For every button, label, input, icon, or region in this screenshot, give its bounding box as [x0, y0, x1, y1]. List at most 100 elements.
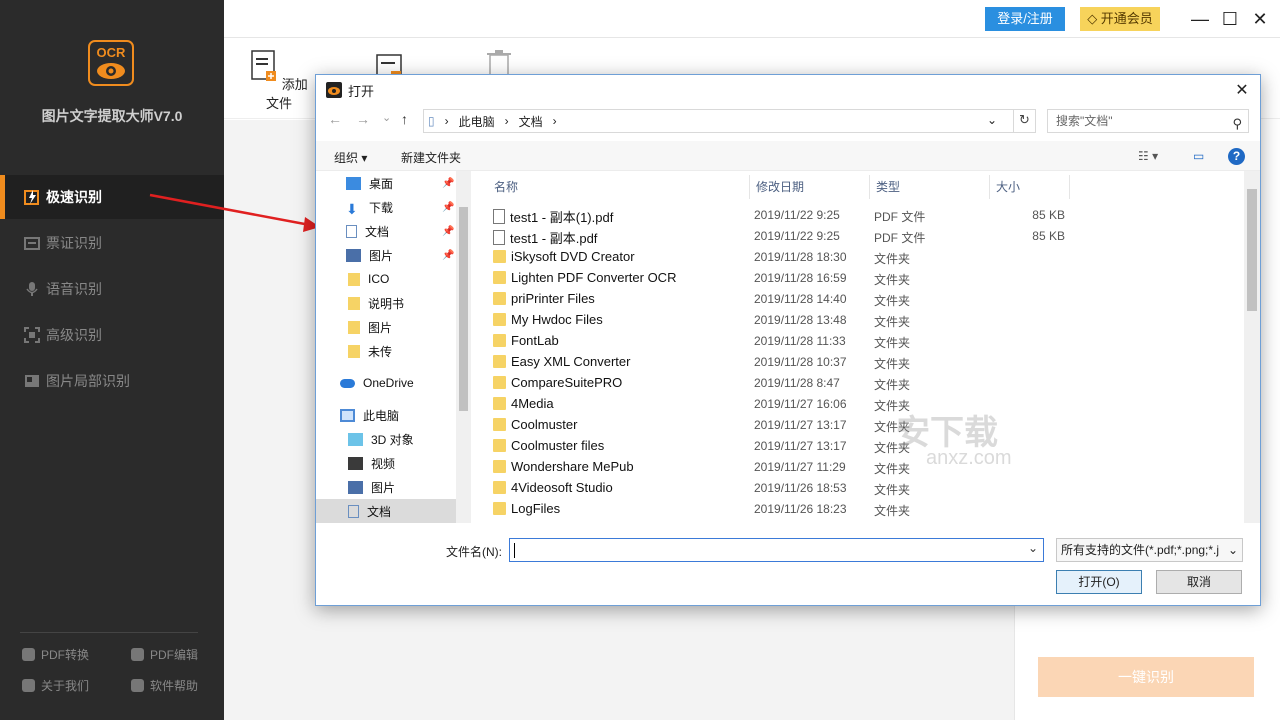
- dialog-close-icon[interactable]: ✕: [1232, 80, 1252, 100]
- file-row[interactable]: priPrinter Files 2019/11/28 14:40 文件夹: [489, 288, 1249, 309]
- file-type: 文件夹: [874, 462, 911, 476]
- file-name-cell: LogFiles: [493, 501, 560, 516]
- maximize-icon[interactable]: ☐: [1220, 9, 1240, 29]
- file-row[interactable]: Lighten PDF Converter OCR 2019/11/28 16:5…: [489, 267, 1249, 288]
- add-file-button[interactable]: 添加文件: [244, 49, 314, 112]
- sidebar-item-advanced-ocr[interactable]: 高级识别: [0, 313, 224, 357]
- address-bar[interactable]: ▯ › 此电脑 › 文档 › ⌄: [423, 109, 1036, 133]
- breadcrumb-documents[interactable]: 文档: [519, 113, 543, 130]
- address-dropdown-icon[interactable]: ⌄: [987, 113, 997, 127]
- tree-item-label: 桌面: [369, 176, 394, 191]
- new-folder-button[interactable]: 新建文件夹: [401, 149, 461, 166]
- organize-button[interactable]: 组织 ▾: [334, 149, 367, 166]
- tree-item-manual[interactable]: 说明书: [316, 291, 456, 315]
- open-button[interactable]: 打开(O): [1056, 570, 1142, 594]
- tree-item-3d-objects[interactable]: 3D 对象: [316, 427, 456, 451]
- svg-text:OCR: OCR: [97, 45, 127, 60]
- file-row[interactable]: CompareSuitePRO 2019/11/28 8:47 文件夹: [489, 372, 1249, 393]
- filename-dropdown-icon[interactable]: ⌄: [1028, 541, 1038, 555]
- back-arrow-icon[interactable]: ←: [328, 111, 342, 127]
- document-icon: ▯: [428, 114, 435, 128]
- sidebar-item-voice-ocr[interactable]: 语音识别: [0, 267, 224, 311]
- close-icon[interactable]: ✕: [1250, 9, 1270, 29]
- tree-item-documents-pc[interactable]: 文档: [316, 499, 456, 523]
- breadcrumb-this-pc[interactable]: 此电脑: [459, 113, 495, 130]
- file-name: Coolmuster: [511, 417, 578, 432]
- recent-dropdown-icon[interactable]: ⌄: [382, 111, 391, 124]
- file-list-scroll-thumb[interactable]: [1247, 189, 1257, 311]
- tree-item-label: 文档: [365, 224, 390, 239]
- file-row[interactable]: test1 - 副本.pdf 2019/11/22 9:25 PDF 文件 85 KB: [489, 225, 1249, 246]
- folder-icon: [493, 271, 506, 284]
- preview-pane-icon[interactable]: ▭: [1193, 149, 1204, 163]
- login-register-button[interactable]: 登录/注册: [985, 7, 1065, 31]
- file-row[interactable]: 4Videosoft Studio 2019/11/26 18:53 文件夹: [489, 477, 1249, 498]
- top-bar: 登录/注册 ◇ 开通会员 — ☐ ✕: [224, 0, 1280, 38]
- nav-pane-scroll-thumb[interactable]: [459, 207, 468, 411]
- column-header-type[interactable]: 类型: [870, 175, 990, 199]
- software-help-link[interactable]: 软件帮助: [131, 677, 198, 694]
- red-arrow-annotation: [149, 193, 320, 232]
- file-row[interactable]: Wondershare MePub 2019/11/27 11:29 文件夹: [489, 456, 1249, 477]
- view-options-icon[interactable]: ☷ ▾: [1138, 149, 1158, 163]
- tree-item-documents[interactable]: 文档 📌: [316, 219, 456, 243]
- dialog-title: 打开: [348, 83, 375, 99]
- folder-icon: [348, 320, 360, 334]
- up-arrow-icon[interactable]: ↑: [401, 111, 408, 127]
- file-row[interactable]: My Hwdoc Files 2019/11/28 13:48 文件夹: [489, 309, 1249, 330]
- tree-item-pictures[interactable]: 图片 📌: [316, 243, 456, 267]
- file-list-scrollbar[interactable]: [1244, 171, 1260, 523]
- file-name: My Hwdoc Files: [511, 312, 603, 327]
- file-row[interactable]: FontLab 2019/11/28 11:33 文件夹: [489, 330, 1249, 351]
- column-header-date[interactable]: 修改日期: [750, 175, 870, 199]
- sidebar-item-label: 票证识别: [46, 235, 102, 251]
- tree-item-ico[interactable]: ICO: [316, 267, 456, 291]
- tree-item-onedrive[interactable]: OneDrive: [316, 371, 456, 395]
- command-bar: 组织 ▾ 新建文件夹 ☷ ▾ ▭ ?: [316, 141, 1260, 171]
- sidebar-item-partial-ocr[interactable]: 图片局部识别: [0, 359, 224, 403]
- file-row[interactable]: LogFiles 2019/11/26 18:23 文件夹: [489, 498, 1249, 519]
- one-click-ocr-button[interactable]: 一键识别: [1038, 657, 1254, 697]
- about-us-link[interactable]: 关于我们: [22, 677, 89, 694]
- file-row[interactable]: test1 - 副本(1).pdf 2019/11/22 9:25 PDF 文件 85…: [489, 204, 1249, 225]
- file-date: 2019/11/27 11:29: [754, 460, 846, 474]
- column-header-name[interactable]: 名称: [488, 175, 750, 199]
- tree-item-not-uploaded[interactable]: 未传: [316, 339, 456, 363]
- minimize-icon[interactable]: —: [1190, 9, 1210, 29]
- column-header-size[interactable]: 大小: [990, 175, 1070, 199]
- file-row[interactable]: Coolmuster 2019/11/27 13:17 文件夹: [489, 414, 1249, 435]
- pdf-file-icon: [493, 209, 505, 224]
- tree-item-desktop[interactable]: 桌面 📌: [316, 171, 456, 195]
- nav-pane-scrollbar[interactable]: [456, 171, 471, 523]
- tree-item-label: 说明书: [368, 296, 405, 311]
- pdf-edit-icon: [131, 648, 144, 661]
- tree-item-this-pc[interactable]: 此电脑: [316, 403, 456, 427]
- forward-arrow-icon[interactable]: →: [356, 111, 370, 127]
- file-date: 2019/11/22 9:25: [754, 208, 840, 222]
- watermark-subtext: anxz.com: [926, 447, 1012, 469]
- file-name: FontLab: [511, 333, 559, 348]
- document-icon: [346, 224, 357, 238]
- file-row[interactable]: Easy XML Converter 2019/11/28 10:37 文件夹: [489, 351, 1249, 372]
- search-input[interactable]: 搜索"文档" ⚲: [1047, 109, 1249, 133]
- help-icon[interactable]: ?: [1228, 148, 1245, 165]
- tree-item-downloads[interactable]: ⬇ 下载 📌: [316, 195, 456, 219]
- tree-item-videos[interactable]: 视频: [316, 451, 456, 475]
- pdf-edit-link[interactable]: PDF编辑: [131, 646, 198, 663]
- file-type-filter[interactable]: 所有支持的文件(*.pdf;*.png;*.j ⌄: [1056, 538, 1243, 562]
- tree-item-images-folder[interactable]: 图片: [316, 315, 456, 339]
- refresh-icon[interactable]: ↻: [1013, 109, 1035, 133]
- video-icon: [348, 456, 363, 470]
- vip-button[interactable]: ◇ 开通会员: [1080, 7, 1160, 31]
- desktop-icon: [346, 176, 361, 190]
- computer-icon: [340, 408, 355, 422]
- info-icon: [22, 679, 35, 692]
- file-row[interactable]: 4Media 2019/11/27 16:06 文件夹: [489, 393, 1249, 414]
- file-row[interactable]: Coolmuster files 2019/11/27 13:17 文件夹: [489, 435, 1249, 456]
- file-name-cell: 4Videosoft Studio: [493, 480, 613, 495]
- pdf-convert-link[interactable]: PDF转换: [22, 646, 89, 663]
- file-row[interactable]: iSkysoft DVD Creator 2019/11/28 18:30 文件夹: [489, 246, 1249, 267]
- tree-item-pictures-pc[interactable]: 图片: [316, 475, 456, 499]
- cancel-button[interactable]: 取消: [1156, 570, 1242, 594]
- filename-input[interactable]: ⌄: [509, 538, 1044, 562]
